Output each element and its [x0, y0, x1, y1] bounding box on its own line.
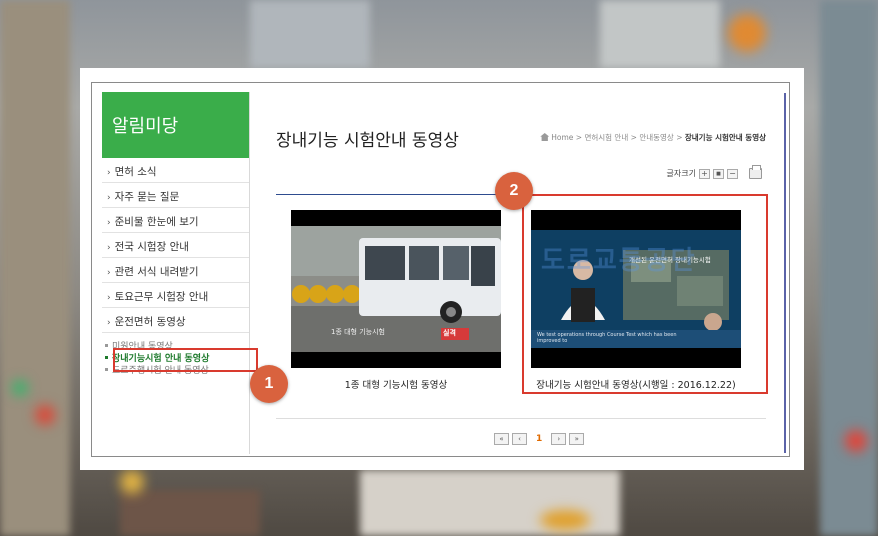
sidebar-item-license-videos[interactable]: › 운전면허 동영상	[102, 308, 249, 333]
sidebar: 알림미당 › 면허 소식 › 자주 묻는 질문 › 준비물 한눈에 보기 › 전국 시험…	[102, 92, 250, 454]
font-decrease-button[interactable]: −	[727, 168, 738, 179]
bus-scene-image	[291, 210, 501, 368]
video-card-1[interactable]: 1종 대형 기능시험 실격 1종 대형 기능시험 동영상	[291, 210, 501, 391]
bullet-icon	[105, 368, 108, 371]
chevron-right-icon: ›	[107, 293, 111, 303]
sidebar-item-forms-download[interactable]: › 관련 서식 내려받기	[102, 258, 249, 283]
breadcrumb-current: 장내기능 시험안내 동영상	[684, 133, 766, 142]
page-title: 장내기능 시험안내 동영상	[276, 131, 459, 151]
bullet-icon	[105, 356, 108, 359]
font-reset-button[interactable]: ■	[713, 168, 724, 179]
chevron-right-icon: ›	[107, 318, 111, 328]
sidebar-item-label: 자주 묻는 질문	[114, 191, 180, 203]
step-badge-1: 1	[250, 365, 288, 403]
sidebar-item-label: 관련 서식 내려받기	[114, 266, 199, 278]
breadcrumb-separator: >	[573, 133, 585, 142]
bottom-divider	[276, 418, 766, 419]
breadcrumb-separator: >	[628, 133, 640, 142]
print-icon[interactable]	[749, 165, 762, 179]
font-size-controls: 글자크기 + ■ −	[666, 165, 762, 179]
chevron-right-icon: ›	[107, 243, 111, 253]
sidebar-item-label: 준비물 한눈에 보기	[114, 216, 199, 228]
sidebar-item-saturday-centers[interactable]: › 토요근무 시험장 안내	[102, 283, 249, 308]
sidebar-title: 알림미당	[102, 92, 249, 158]
font-increase-button[interactable]: +	[699, 168, 710, 179]
breadcrumb: Home > 면허시험 안내 > 안내동영상 > 장내기능 시험안내 동영상	[540, 132, 766, 143]
frame-edge-line	[784, 93, 786, 453]
chevron-right-icon: ›	[107, 168, 111, 178]
home-icon	[540, 133, 550, 141]
thumb-tag: 실격	[443, 329, 456, 337]
chevron-right-icon: ›	[107, 218, 111, 228]
sidebar-item-label: 전국 시험장 안내	[114, 241, 189, 253]
first-page-button[interactable]: «	[494, 433, 509, 445]
sidebar-item-faq[interactable]: › 자주 묻는 질문	[102, 183, 249, 208]
pagination: « ‹ 1 › »	[494, 433, 585, 445]
screenshot-panel: 알림미당 › 면허 소식 › 자주 묻는 질문 › 준비물 한눈에 보기 › 전국 시험…	[80, 68, 804, 470]
main-content: 장내기능 시험안내 동영상 Home > 면허시험 안내 > 안내동영상 > 장…	[256, 92, 776, 452]
chevron-right-icon: ›	[107, 268, 111, 278]
breadcrumb-home[interactable]: Home	[551, 133, 573, 142]
highlight-box-video	[522, 194, 768, 394]
highlight-box-menu	[113, 348, 258, 372]
prev-page-button[interactable]: ‹	[512, 433, 527, 445]
sidebar-item-test-centers[interactable]: › 전국 시험장 안내	[102, 233, 249, 258]
step-badge-2: 2	[495, 172, 533, 210]
breadcrumb-level1[interactable]: 면허시험 안내	[584, 133, 628, 142]
breadcrumb-separator: >	[673, 133, 685, 142]
sidebar-item-label: 면허 소식	[114, 166, 157, 178]
thumb-subtitle: 1종 대형 기능시험	[331, 328, 385, 336]
breadcrumb-level2[interactable]: 안내동영상	[639, 133, 674, 142]
video-caption-1[interactable]: 1종 대형 기능시험 동영상	[291, 377, 501, 391]
sidebar-item-license-news[interactable]: › 면허 소식	[102, 158, 249, 183]
sidebar-item-supplies[interactable]: › 준비물 한눈에 보기	[102, 208, 249, 233]
current-page[interactable]: 1	[536, 434, 542, 444]
video-thumbnail-1[interactable]: 1종 대형 기능시험 실격	[291, 210, 501, 368]
sidebar-item-label: 토요근무 시험장 안내	[114, 291, 209, 303]
font-size-label: 글자크기	[666, 169, 696, 178]
next-page-button[interactable]: ›	[551, 433, 567, 445]
chevron-right-icon: ›	[107, 193, 111, 203]
sidebar-item-label: 운전면허 동영상	[114, 316, 186, 328]
last-page-button[interactable]: »	[569, 433, 585, 445]
bullet-icon	[105, 344, 108, 347]
